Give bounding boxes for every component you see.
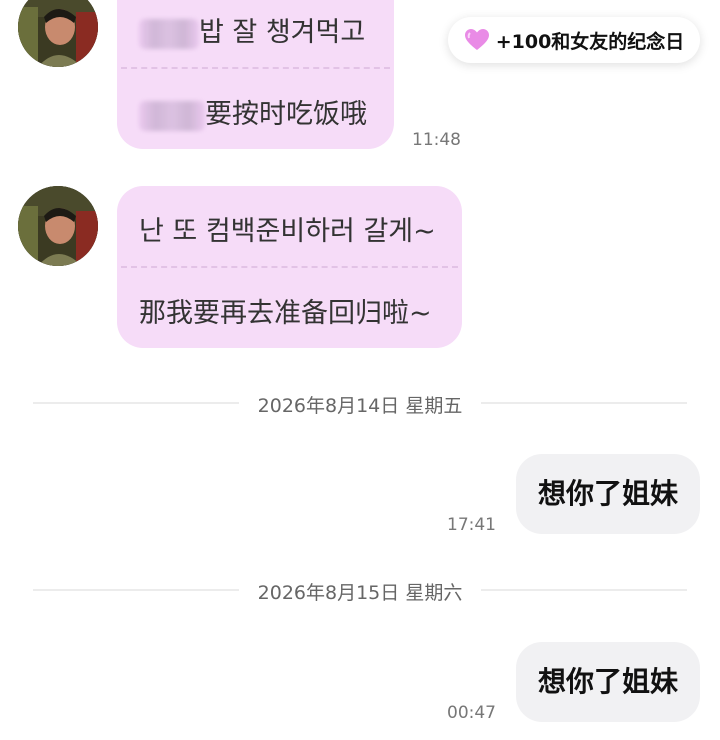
date-label: 2026年8月14日 星期五	[257, 395, 463, 417]
message-text: 要按时吃饭哦	[205, 99, 367, 130]
outgoing-message-bubble[interactable]: 想你了姐妹	[516, 642, 700, 722]
translation-divider	[121, 67, 390, 69]
incoming-message-bubble[interactable]: 밥 잘 챙겨먹고 要按时吃饭哦	[117, 0, 394, 149]
anniversary-text: +100和女友的纪念日	[495, 30, 685, 53]
contact-avatar[interactable]	[18, 0, 98, 67]
message-text: 那我要再去准备回归啦~	[139, 298, 432, 329]
avatar-portrait-image	[18, 0, 98, 67]
message-line: 밥 잘 챙겨먹고	[139, 10, 365, 49]
incoming-message-bubble[interactable]: 난 또 컴백준비하러 갈게~ 那我要再去准备回归啦~	[117, 186, 462, 348]
message-timestamp: 17:41	[447, 515, 496, 535]
message-timestamp: 00:47	[447, 703, 496, 723]
message-line: 要按时吃饭哦	[139, 92, 367, 131]
heart-icon	[464, 28, 490, 52]
date-label: 2026年8月15日 星期六	[257, 582, 463, 604]
message-text: 想你了姐妹	[537, 477, 678, 510]
date-separator: 2026年8月15日 星期六	[33, 578, 687, 604]
contact-avatar[interactable]	[18, 186, 98, 266]
anniversary-badge[interactable]: +100和女友的纪念日	[448, 17, 700, 63]
message-text: 난 또 컴백준비하러 갈게~	[139, 216, 436, 247]
message-text: 밥 잘 챙겨먹고	[199, 17, 366, 48]
blurred-redaction	[139, 100, 205, 131]
message-timestamp: 11:48	[412, 130, 461, 150]
message-text: 想你了姐妹	[537, 665, 678, 698]
date-separator: 2026年8月14日 星期五	[33, 391, 687, 417]
translation-divider	[121, 266, 458, 268]
avatar-portrait-image	[18, 186, 98, 266]
blurred-redaction	[139, 18, 199, 49]
outgoing-message-bubble[interactable]: 想你了姐妹	[516, 454, 700, 534]
